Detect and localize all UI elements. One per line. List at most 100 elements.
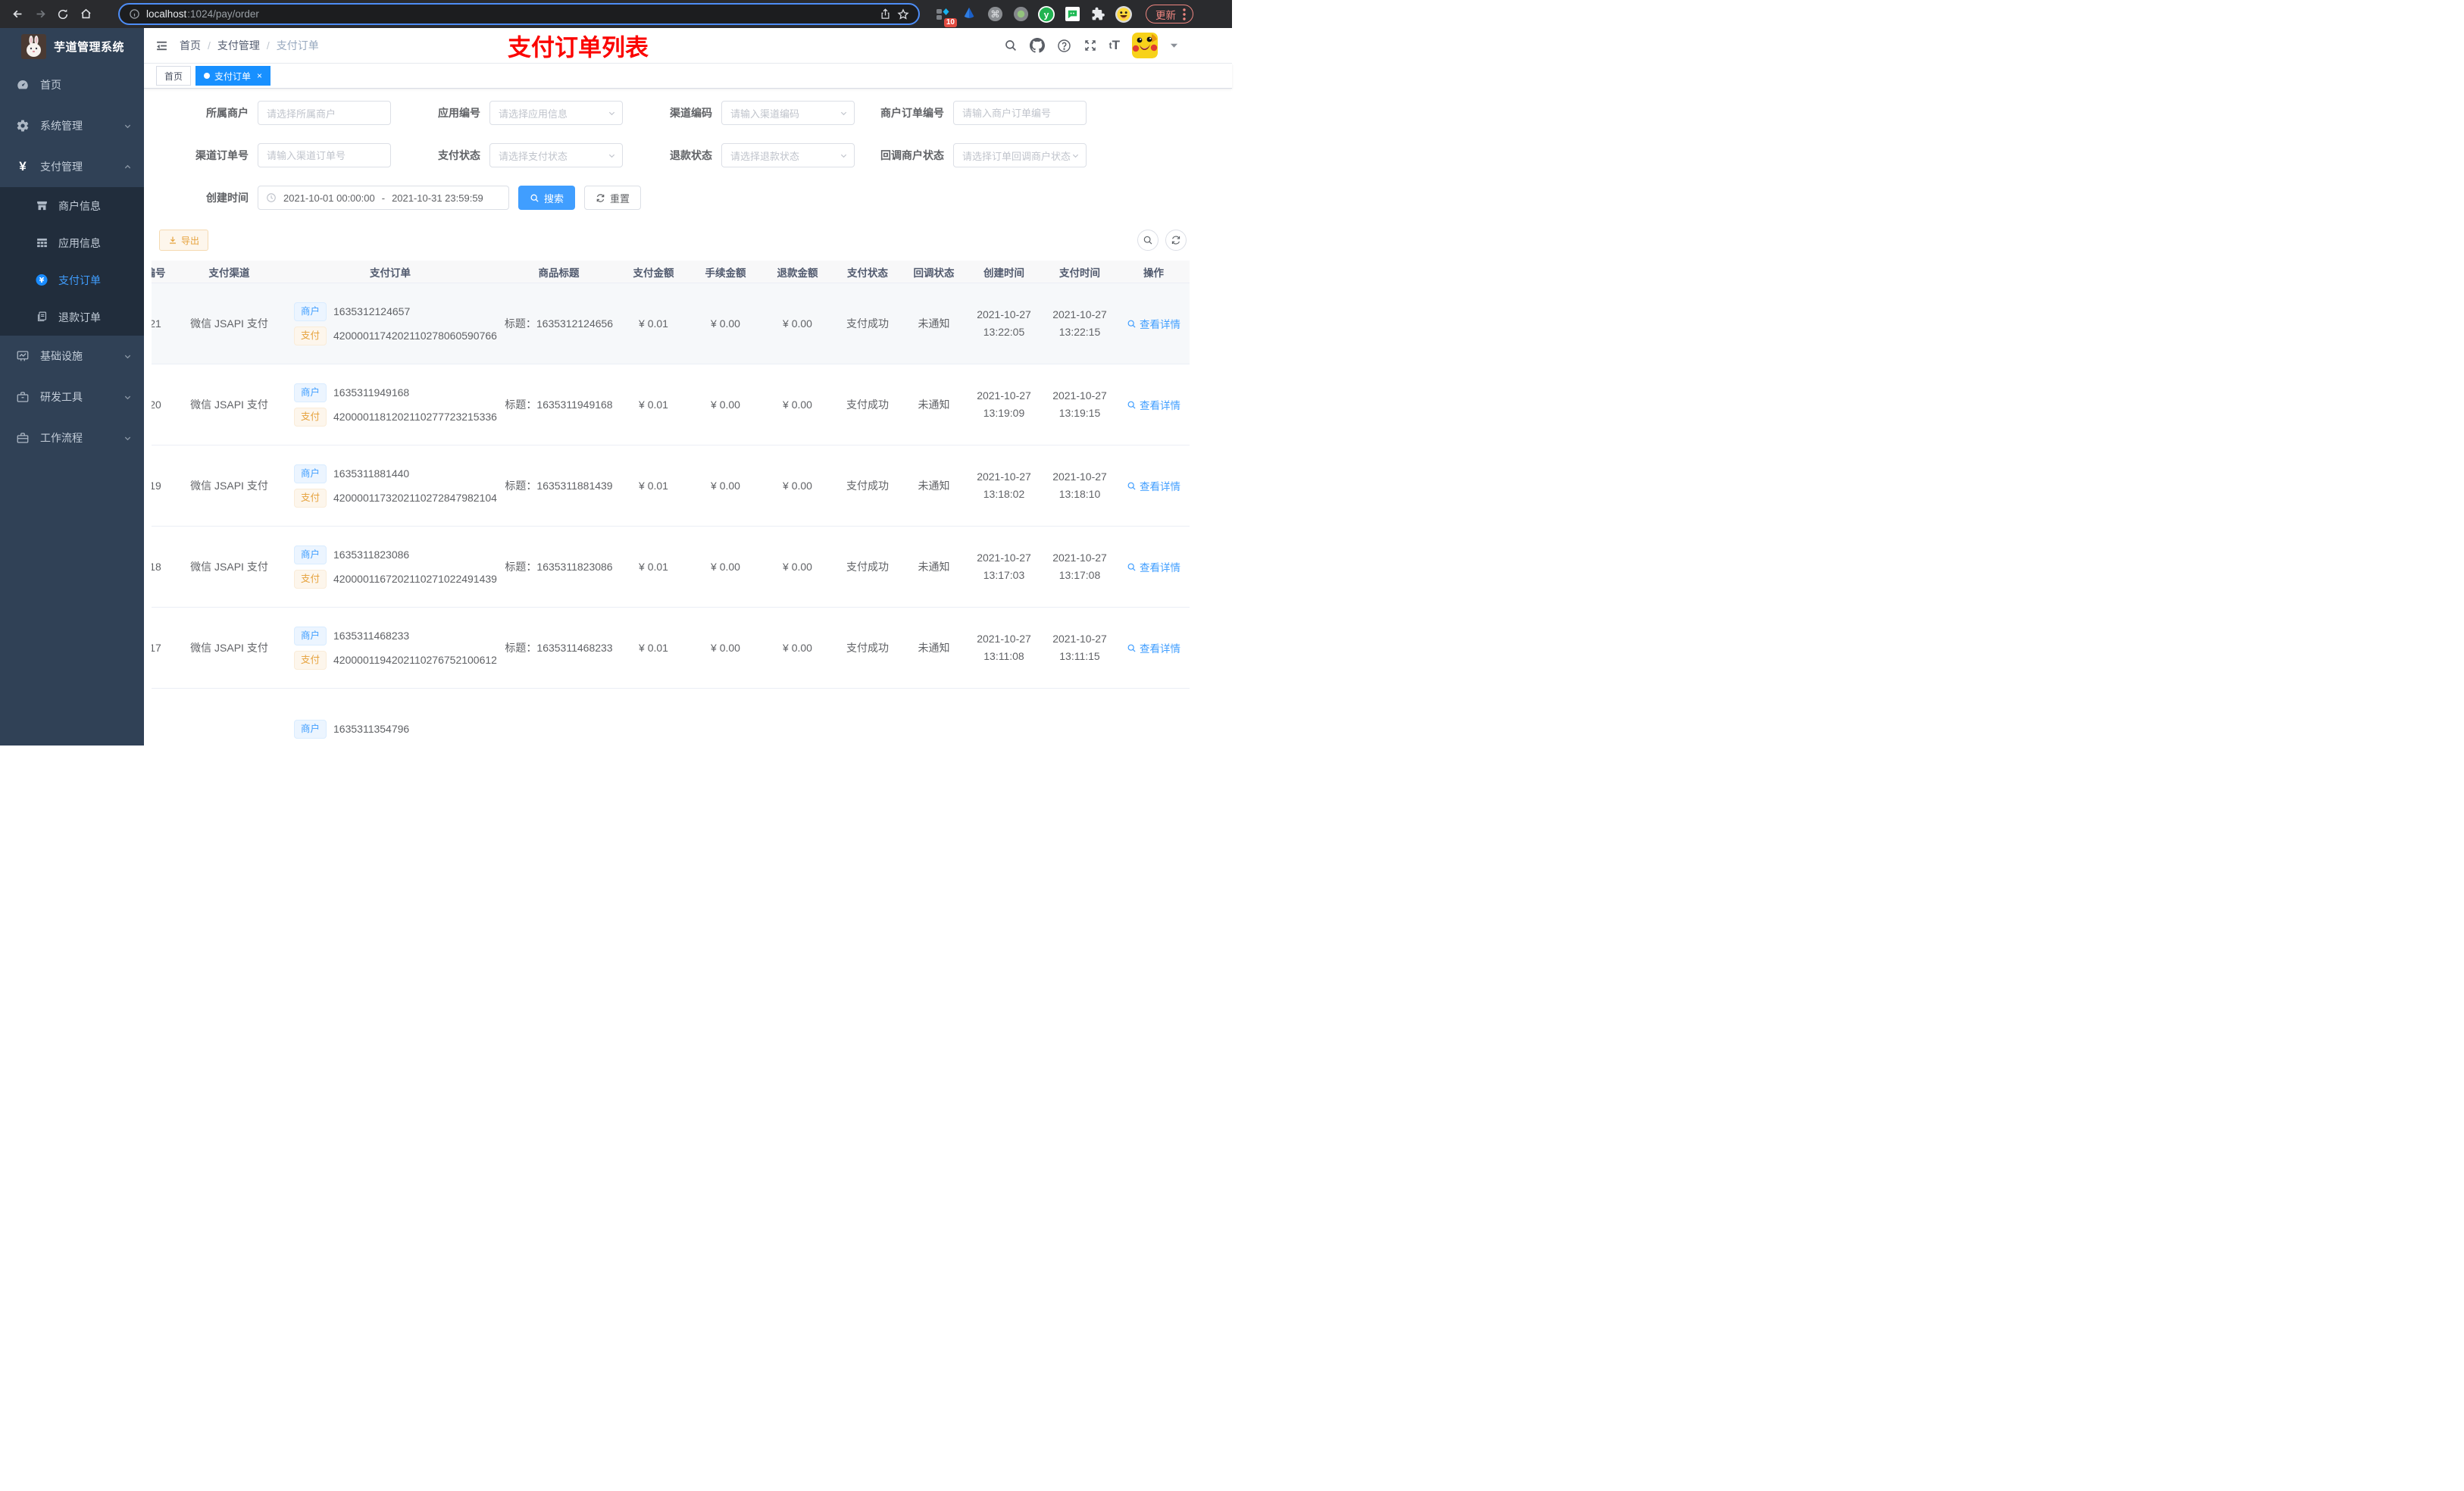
col-refund: 退款金额: [777, 267, 818, 279]
sidebar-item-pay-order[interactable]: ¥ 支付订单: [0, 261, 144, 299]
merchant-tag: 商户: [294, 545, 327, 564]
merchant-tag: 商户: [294, 719, 327, 739]
svg-text:⌘: ⌘: [990, 8, 999, 20]
chevron-down-icon: [608, 109, 616, 117]
tab-home[interactable]: 首页: [156, 66, 192, 86]
tags-view-bar: 首页 支付订单 ×: [144, 64, 1232, 89]
caret-down-icon[interactable]: [1170, 42, 1178, 48]
cell-created: 2021-10-27 13:17:03: [977, 552, 1031, 581]
github-icon[interactable]: [1029, 38, 1045, 53]
home-icon[interactable]: [76, 5, 95, 24]
merchant-order-no-input-box[interactable]: [953, 101, 1087, 125]
refresh-table-button[interactable]: [1165, 230, 1187, 251]
fullscreen-icon[interactable]: [1083, 39, 1097, 52]
refund-status-label: 退款状态: [670, 149, 712, 161]
col-created: 创建时间: [983, 267, 1024, 279]
channel-order-no-input-box[interactable]: [258, 143, 391, 167]
tab-label: 支付订单: [214, 70, 252, 82]
sidebar-item-home[interactable]: 首页: [0, 64, 144, 105]
update-button[interactable]: 更新: [1146, 5, 1193, 23]
monitor-chart-icon: [16, 349, 30, 363]
command-icon[interactable]: ⌘: [987, 6, 1003, 23]
search-button[interactable]: 搜索: [518, 186, 576, 210]
notify-status-select[interactable]: 请选择订单回调商户状态: [953, 143, 1087, 167]
table-row[interactable]: 17 微信 JSAPI 支付 商户 1635311468233 支付 4200001…: [152, 608, 1190, 689]
cell-status: 支付成功: [846, 561, 889, 573]
channel-order-no-input[interactable]: [267, 149, 384, 161]
table-row[interactable]: 19 微信 JSAPI 支付 商户 1635311881440 支付 4200001…: [152, 445, 1190, 527]
kite-icon[interactable]: [961, 6, 977, 23]
reload-icon[interactable]: [53, 5, 73, 24]
pay-order-no: 4200001173202110272847982104: [333, 492, 497, 504]
sidebar-item-devtools[interactable]: 研发工具: [0, 377, 144, 417]
chevron-down-icon: [840, 152, 848, 160]
sidebar-item-label: 应用信息: [58, 236, 101, 249]
refund-status-select[interactable]: 请选择退款状态: [721, 143, 855, 167]
cell-channel: 微信 JSAPI 支付: [190, 317, 268, 330]
tab-pay-order[interactable]: 支付订单 ×: [195, 66, 271, 86]
merchant-label: 所属商户: [206, 107, 249, 119]
search-icon[interactable]: [1004, 39, 1018, 52]
channel-code-select[interactable]: 请输入渠道编码: [721, 101, 855, 125]
cell-channel: 微信 JSAPI 支付: [190, 561, 268, 573]
sidebar-item-payment[interactable]: ¥ 支付管理: [0, 146, 144, 187]
breadcrumb-home[interactable]: 首页: [180, 38, 201, 53]
pay-status-select[interactable]: 请选择支付状态: [489, 143, 623, 167]
table-row[interactable]: 21 微信 JSAPI 支付 商户 1635312124657 支付 4200001…: [152, 283, 1190, 364]
cell-order: 商户 1635311354796: [280, 715, 500, 743]
table-row[interactable]: 商户 1635311354796: [152, 689, 1190, 746]
sidebar-item-app-info[interactable]: 应用信息: [0, 224, 144, 261]
help-icon[interactable]: [1057, 39, 1071, 53]
sidebar-item-refund-order[interactable]: 退款订单: [0, 299, 144, 336]
forward-icon[interactable]: [30, 5, 50, 24]
share-icon[interactable]: [880, 8, 891, 20]
table-row[interactable]: 18 微信 JSAPI 支付 商户 1635311823086 支付 4200001…: [152, 527, 1190, 608]
breadcrumb-pay[interactable]: 支付管理: [217, 38, 260, 53]
reset-button[interactable]: 重置: [584, 186, 642, 210]
extension-badge-icon[interactable]: 10: [935, 6, 957, 27]
y-logo-icon[interactable]: y: [1038, 5, 1055, 23]
view-detail-link[interactable]: 查看详情: [1127, 397, 1180, 412]
sidebar-item-merchant-info[interactable]: 商户信息: [0, 187, 144, 224]
app-select[interactable]: 请选择应用信息: [489, 101, 623, 125]
cell-fee: ¥ 0.00: [711, 561, 740, 573]
col-actions: 操作: [1143, 267, 1164, 279]
view-detail-link[interactable]: 查看详情: [1127, 478, 1180, 493]
pay-order-no: 4200001181202110277723215336: [333, 411, 497, 423]
star-icon[interactable]: [897, 8, 909, 20]
chat-icon[interactable]: [1064, 6, 1080, 23]
export-button[interactable]: 导出: [159, 230, 209, 251]
cell-order: 商户 1635311468233 支付 4200001194202110276752…: [280, 622, 500, 674]
emoji-avatar[interactable]: [1115, 5, 1132, 23]
table-row[interactable]: 20 微信 JSAPI 支付 商户 1635311949168 支付 4200001…: [152, 364, 1190, 445]
font-size-icon[interactable]: tT: [1109, 38, 1120, 53]
back-icon[interactable]: [8, 5, 27, 24]
view-detail-link[interactable]: 查看详情: [1127, 316, 1180, 331]
puzzle-icon[interactable]: [1090, 6, 1106, 23]
page-title-annotation: 支付订单列表: [508, 34, 649, 61]
chevron-down-icon: [608, 152, 616, 160]
sidebar-item-system[interactable]: 系统管理: [0, 105, 144, 146]
app-logo: [21, 33, 46, 59]
merchant-order-no-input[interactable]: [962, 107, 1080, 119]
sidebar-item-workflow[interactable]: 工作流程: [0, 417, 144, 458]
info-icon[interactable]: [129, 8, 140, 20]
merchant-select[interactable]: 请选择所属商户: [258, 101, 391, 125]
store-icon: [35, 199, 48, 212]
merchant-order-no: 1635311468233: [333, 630, 410, 642]
url-bar[interactable]: localhost:1024/pay/order: [118, 3, 920, 25]
cell-amount: ¥ 0.01: [639, 317, 668, 330]
close-icon[interactable]: ×: [257, 70, 262, 81]
user-avatar[interactable]: [1132, 33, 1158, 58]
show-search-toggle-button[interactable]: [1137, 230, 1159, 251]
view-detail-link[interactable]: 查看详情: [1127, 559, 1180, 574]
record-dot-icon[interactable]: [1012, 6, 1029, 23]
chevron-down-icon: [840, 109, 848, 117]
cell-refund: ¥ 0.00: [783, 561, 812, 573]
yen-circle-icon: ¥: [35, 273, 48, 287]
create-time-range-picker[interactable]: 2021-10-01 00:00:00 - 2021-10-31 23:59:5…: [258, 186, 509, 210]
sidebar-item-infra[interactable]: 基础设施: [0, 336, 144, 377]
collapse-sidebar-icon[interactable]: [155, 39, 168, 52]
view-detail-link[interactable]: 查看详情: [1127, 640, 1180, 655]
search-label: 搜索: [544, 192, 564, 205]
